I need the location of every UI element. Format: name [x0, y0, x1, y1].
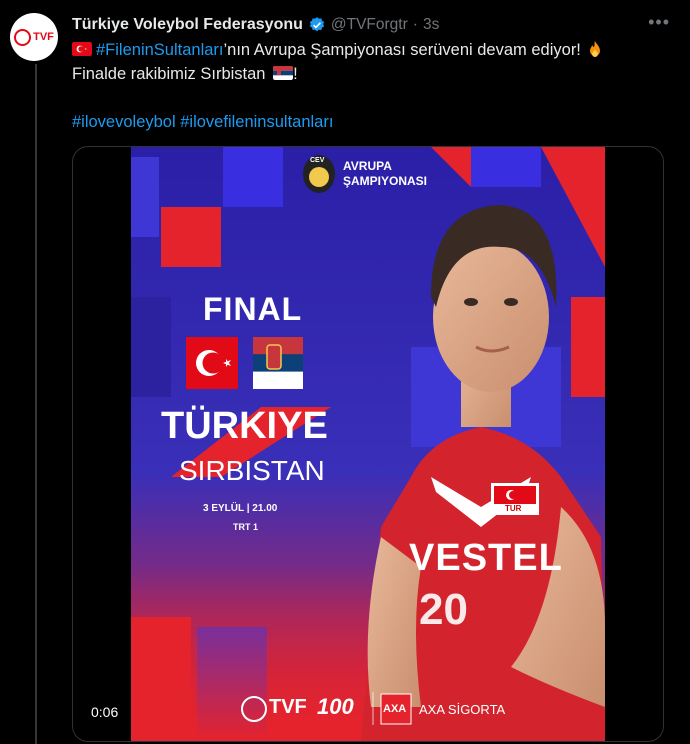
separator-dot: ·	[412, 16, 418, 33]
hashtag-ilovevoleybol[interactable]: #ilovevoleybol	[72, 113, 176, 131]
championship-line-1: AVRUPA	[343, 159, 392, 173]
sponsor-tvf: TVF	[269, 696, 307, 718]
hashtag-filenin-sultanlari[interactable]: #FileninSultanları	[96, 41, 224, 59]
championship-line-2: ŞAMPIYONASI	[343, 174, 428, 188]
match-date-time: 3 EYLÜL | 21.00	[203, 503, 278, 514]
team-away: SIRBISTAN	[179, 455, 325, 486]
tweet-header: Türkiye Voleybol Federasyonu @TVForgtr ·…	[72, 12, 670, 36]
tweet-line-2-end: !	[293, 65, 298, 83]
tweet-line-2-text: Finalde rakibimiz Sırbistan	[72, 65, 266, 83]
tweet-text: #FileninSultanları’nın Avrupa Şampiyonas…	[72, 38, 672, 134]
tweet-line-1-text: ’nın Avrupa Şampiyonası serüveni devam e…	[223, 41, 581, 59]
thread-line	[35, 64, 37, 744]
verified-badge-icon	[308, 16, 326, 34]
tweet-line-2: Finalde rakibimiz Sırbistan !	[72, 62, 672, 86]
hashtag-ilovefileninsultanlari[interactable]: #ilovefileninsultanları	[180, 113, 333, 131]
avatar-text: TVF	[33, 31, 54, 43]
serbia-flag-icon	[273, 66, 294, 80]
final-label: FINAL	[203, 291, 303, 327]
avatar[interactable]: TVF	[10, 13, 58, 61]
jersey-number: 20	[419, 585, 468, 634]
broadcast-channel: TRT 1	[233, 522, 259, 532]
match-poster: CEV AVRUPA ŞAMPIYONASI FINAL TÜRKIYE SIR…	[131, 147, 605, 741]
turkey-flag-icon	[72, 42, 92, 56]
fire-icon	[589, 41, 600, 57]
tvf-logo-icon	[14, 28, 32, 46]
cev-badge: CEV	[310, 157, 325, 164]
centenary-logo: 100	[317, 694, 354, 719]
tweet-hashtags: #ilovevoleybol #ilovefileninsultanları	[72, 110, 672, 134]
axa-logo: AXA	[383, 703, 407, 715]
team-home: TÜRKIYE	[161, 405, 328, 447]
video-timecode: 0:06	[85, 701, 125, 723]
jersey-badge: TUR	[505, 504, 522, 513]
author-name[interactable]: Türkiye Voleybol Federasyonu	[72, 16, 303, 34]
sponsor-axa: AXA SİGORTA	[419, 702, 506, 717]
tweet-line-1: #FileninSultanları’nın Avrupa Şampiyonas…	[72, 38, 672, 62]
tweet-time[interactable]: 3s	[423, 16, 439, 34]
media-video[interactable]: CEV AVRUPA ŞAMPIYONASI FINAL TÜRKIYE SIR…	[72, 146, 664, 742]
author-handle[interactable]: @TVForgtr	[331, 16, 408, 34]
more-options-icon[interactable]: •••	[648, 12, 670, 33]
jersey-brand: VESTEL	[409, 537, 563, 579]
